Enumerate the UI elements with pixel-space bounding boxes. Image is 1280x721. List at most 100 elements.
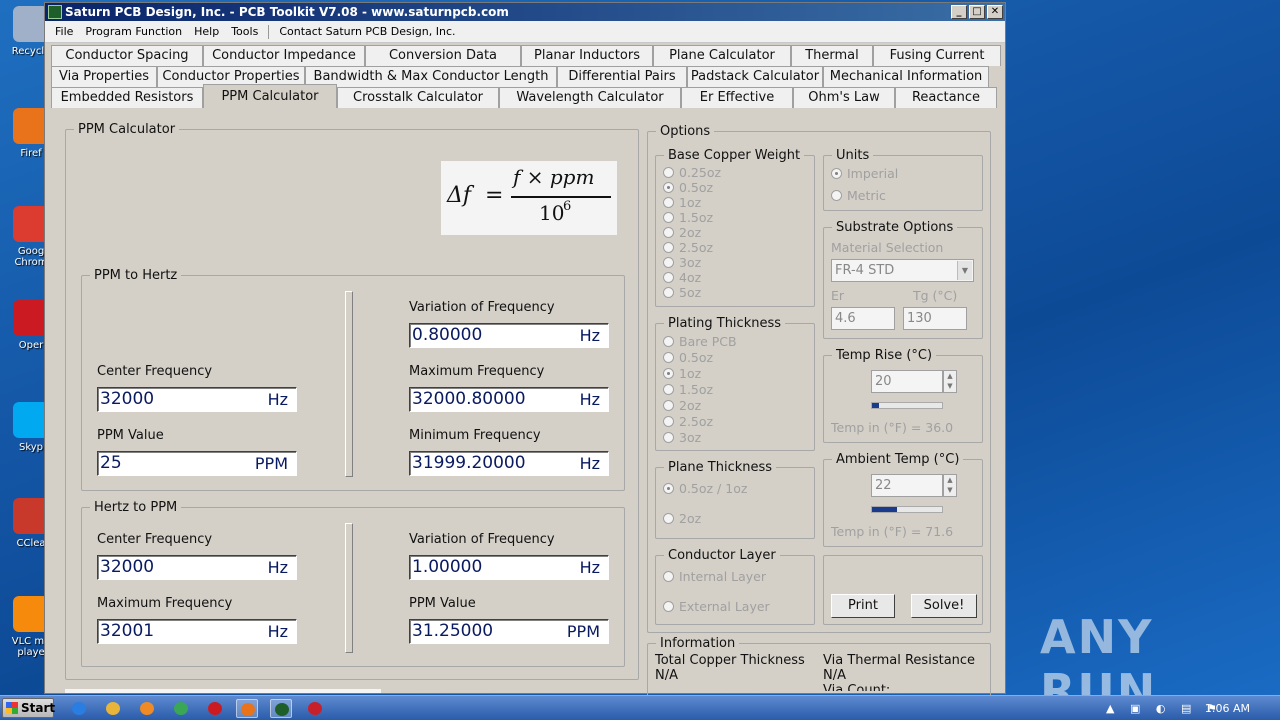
radio-icon[interactable] xyxy=(663,336,674,347)
units-option-metric[interactable]: Metric xyxy=(831,188,886,203)
taskbar-firefox-button[interactable] xyxy=(236,699,258,718)
tab-plane-calculator[interactable]: Plane Calculator xyxy=(653,45,791,66)
start-button[interactable]: Start xyxy=(2,698,55,718)
tab-conductor-spacing[interactable]: Conductor Spacing xyxy=(51,45,203,66)
clock[interactable]: 1:06 AM xyxy=(1205,696,1250,721)
base-copper-option-3oz[interactable]: 3oz xyxy=(663,255,701,270)
tab-padstack-calculator[interactable]: Padstack Calculator xyxy=(687,66,823,87)
information-title: Information xyxy=(656,636,740,651)
base-copper-option-2-5oz[interactable]: 2.5oz xyxy=(663,240,713,255)
conductor-layer-option-external-layer[interactable]: External Layer xyxy=(663,599,770,614)
conductor-layer-option-internal-layer[interactable]: Internal Layer xyxy=(663,569,766,584)
radio-icon[interactable] xyxy=(663,197,674,208)
plating-option-1oz[interactable]: 1oz xyxy=(663,366,701,381)
temp-rise-input[interactable]: 20 xyxy=(871,370,943,393)
radio-icon[interactable] xyxy=(663,182,674,193)
taskbar-acrobat-button[interactable] xyxy=(304,699,326,718)
tab-crosstalk-calculator[interactable]: Crosstalk Calculator xyxy=(337,87,499,108)
ambient-temp-slider[interactable] xyxy=(871,506,943,513)
temp-rise-spinner[interactable]: ▲ ▼ xyxy=(943,370,957,393)
tab-ohm-s-law[interactable]: Ohm's Law xyxy=(793,87,895,108)
radio-icon[interactable] xyxy=(663,272,674,283)
menu-help[interactable]: Help xyxy=(188,25,225,38)
taskbar-opera-button[interactable] xyxy=(204,699,226,718)
radio-icon[interactable] xyxy=(663,257,674,268)
plating-option-2-5oz[interactable]: 2.5oz xyxy=(663,414,713,429)
ambient-temp-spinner[interactable]: ▲ ▼ xyxy=(943,474,957,497)
radio-icon[interactable] xyxy=(663,384,674,395)
radio-icon[interactable] xyxy=(663,212,674,223)
base-copper-option-0-5oz[interactable]: 0.5oz xyxy=(663,180,713,195)
base-copper-option-0-25oz[interactable]: 0.25oz xyxy=(663,165,721,180)
plating-option-bare-pcb[interactable]: Bare PCB xyxy=(663,334,737,349)
plating-option-0-5oz[interactable]: 0.5oz xyxy=(663,350,713,365)
radio-icon[interactable] xyxy=(663,513,674,524)
tab-reactance[interactable]: Reactance xyxy=(895,87,997,108)
temp-rise-slider[interactable] xyxy=(871,402,943,409)
ppm-value-input[interactable]: 25 PPM xyxy=(97,451,297,476)
menu-tools[interactable]: Tools xyxy=(225,25,264,38)
tab-fusing-current[interactable]: Fusing Current xyxy=(873,45,1001,66)
tab-conductor-impedance[interactable]: Conductor Impedance xyxy=(203,45,365,66)
base-copper-option-4oz[interactable]: 4oz xyxy=(663,270,701,285)
taskbar-ie-button[interactable] xyxy=(68,699,90,718)
tab-ppm-calculator[interactable]: PPM Calculator xyxy=(203,84,337,108)
plane-option-0-5oz-1oz[interactable]: 0.5oz / 1oz xyxy=(663,481,747,496)
print-button[interactable]: Print xyxy=(831,594,895,618)
tab-bandwidth-max-conductor-length[interactable]: Bandwidth & Max Conductor Length xyxy=(305,66,557,87)
taskbar-pcbtoolkit-button[interactable] xyxy=(270,699,292,718)
center-frequency-input[interactable]: 32000 Hz xyxy=(97,387,297,412)
taskbar-media-button[interactable] xyxy=(136,699,158,718)
menu-file[interactable]: File xyxy=(49,25,79,38)
close-button[interactable]: ✕ xyxy=(987,5,1003,19)
tab-differential-pairs[interactable]: Differential Pairs xyxy=(557,66,687,87)
tab-embedded-resistors[interactable]: Embedded Resistors xyxy=(51,87,203,108)
tab-er-effective[interactable]: Er Effective xyxy=(681,87,793,108)
radio-icon[interactable] xyxy=(663,432,674,443)
material-select[interactable]: FR-4 STD ▼ xyxy=(831,259,974,282)
radio-icon[interactable] xyxy=(663,242,674,253)
tg-field[interactable]: 130 xyxy=(903,307,967,330)
plane-option-2oz[interactable]: 2oz xyxy=(663,511,701,526)
chevron-down-icon[interactable]: ▼ xyxy=(957,261,972,280)
title-bar[interactable]: Saturn PCB Design, Inc. - PCB Toolkit V7… xyxy=(45,3,1005,21)
radio-icon[interactable] xyxy=(663,352,674,363)
tab-mechanical-information[interactable]: Mechanical Information xyxy=(823,66,989,87)
taskbar-chrome-button[interactable] xyxy=(170,699,192,718)
radio-icon[interactable] xyxy=(831,168,842,179)
radio-icon[interactable] xyxy=(663,368,674,379)
base-copper-option-5oz[interactable]: 5oz xyxy=(663,285,701,300)
center-frequency-input[interactable]: 32000 Hz xyxy=(97,555,297,580)
radio-icon[interactable] xyxy=(663,227,674,238)
base-copper-option-1-5oz[interactable]: 1.5oz xyxy=(663,210,713,225)
tab-wavelength-calculator[interactable]: Wavelength Calculator xyxy=(499,87,681,108)
radio-icon[interactable] xyxy=(663,483,674,494)
radio-icon[interactable] xyxy=(663,571,674,582)
menu-program-function[interactable]: Program Function xyxy=(79,25,188,38)
tab-via-properties[interactable]: Via Properties xyxy=(51,66,157,87)
radio-icon[interactable] xyxy=(831,190,842,201)
maximize-button[interactable]: □ xyxy=(969,5,985,19)
via-thermal-label: Via Thermal Resistance xyxy=(823,653,976,668)
radio-icon[interactable] xyxy=(663,601,674,612)
tab-planar-inductors[interactable]: Planar Inductors xyxy=(521,45,653,66)
plating-option-3oz[interactable]: 3oz xyxy=(663,430,701,445)
base-copper-option-1oz[interactable]: 1oz xyxy=(663,195,701,210)
radio-icon[interactable] xyxy=(663,167,674,178)
er-field[interactable]: 4.6 xyxy=(831,307,895,330)
minimize-button[interactable]: _ xyxy=(951,5,967,19)
units-option-imperial[interactable]: Imperial xyxy=(831,166,898,181)
ambient-temp-input[interactable]: 22 xyxy=(871,474,943,497)
maximum-frequency-input[interactable]: 32001 Hz xyxy=(97,619,297,644)
radio-icon[interactable] xyxy=(663,287,674,298)
tab-conversion-data[interactable]: Conversion Data xyxy=(365,45,521,66)
base-copper-option-2oz[interactable]: 2oz xyxy=(663,225,701,240)
solve-button[interactable]: Solve! xyxy=(911,594,977,618)
radio-icon[interactable] xyxy=(663,416,674,427)
radio-icon[interactable] xyxy=(663,400,674,411)
tab-thermal[interactable]: Thermal xyxy=(791,45,873,66)
menu-contact[interactable]: Contact Saturn PCB Design, Inc. xyxy=(273,25,461,38)
plating-option-1-5oz[interactable]: 1.5oz xyxy=(663,382,713,397)
taskbar-explorer-button[interactable] xyxy=(102,699,124,718)
plating-option-2oz[interactable]: 2oz xyxy=(663,398,701,413)
